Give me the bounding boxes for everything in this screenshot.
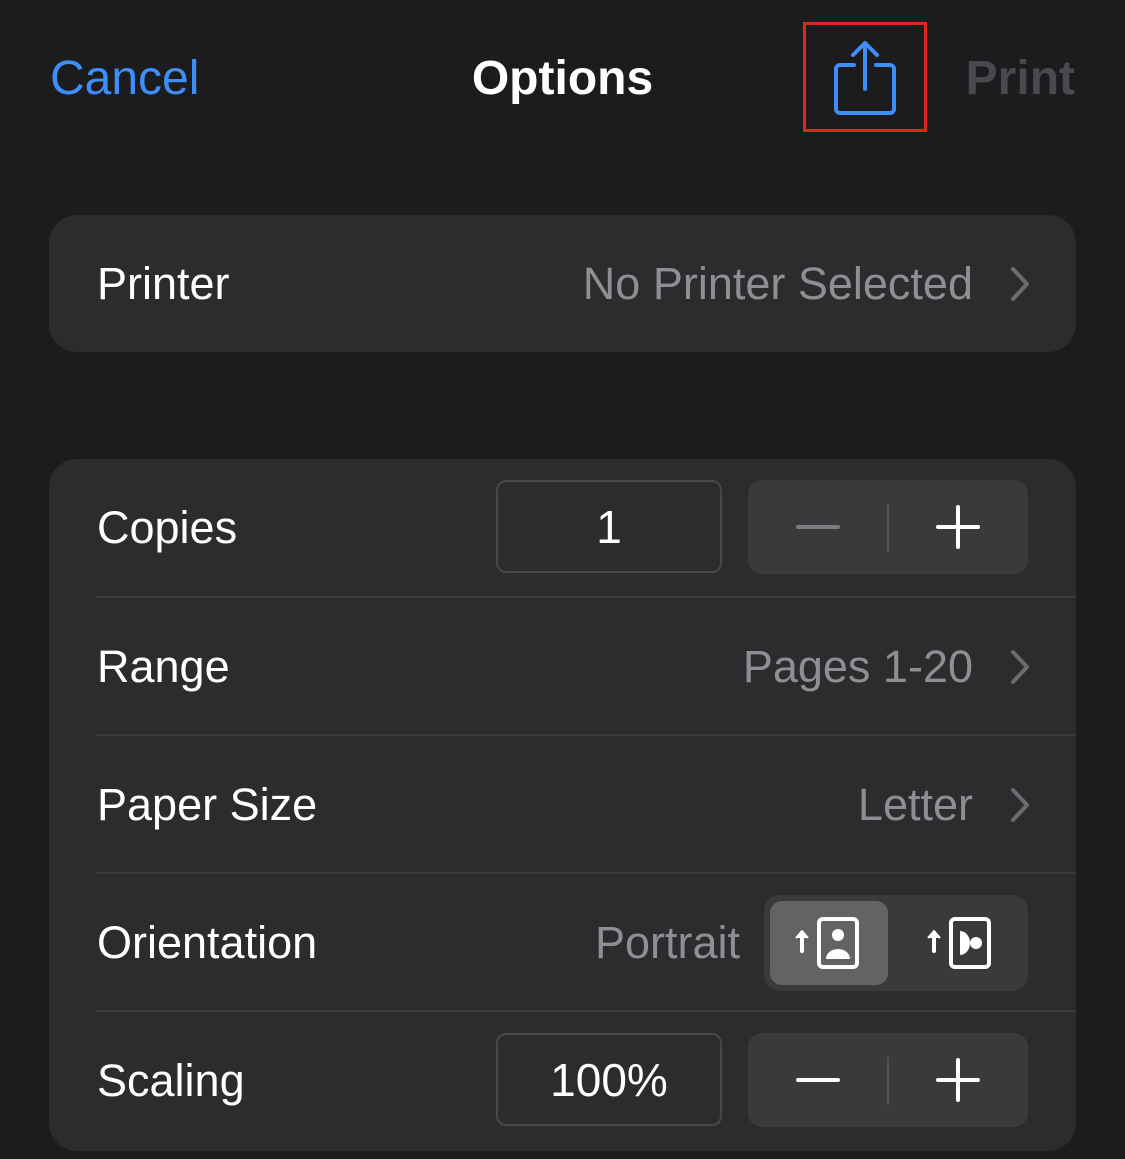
- scaling-decrement-button[interactable]: [748, 1033, 888, 1127]
- plus-icon: [936, 505, 980, 549]
- share-button[interactable]: [803, 22, 927, 132]
- landscape-icon: [927, 917, 991, 969]
- range-value: Pages 1-20: [742, 641, 973, 692]
- share-icon: [834, 41, 896, 115]
- portrait-option[interactable]: [770, 901, 888, 985]
- copies-row: Copies 1: [49, 459, 1076, 597]
- scaling-row: Scaling 100%: [49, 1012, 1076, 1150]
- chevron-right-icon: [1010, 736, 1030, 874]
- copies-label: Copies: [97, 502, 238, 553]
- landscape-option[interactable]: [902, 901, 1020, 985]
- minus-icon: [796, 1078, 840, 1082]
- scaling-increment-button[interactable]: [888, 1033, 1028, 1127]
- range-row[interactable]: Range Pages 1-20: [49, 598, 1076, 736]
- print-settings-group: Copies 1 Range Pages 1-20 Paper Size Let…: [49, 459, 1076, 1151]
- chevron-right-icon: [1010, 598, 1030, 736]
- orientation-value: Portrait: [594, 917, 740, 968]
- chevron-right-icon: [1010, 215, 1030, 352]
- printer-row[interactable]: Printer No Printer Selected: [49, 215, 1076, 352]
- print-button[interactable]: Print: [966, 50, 1075, 108]
- minus-icon: [796, 525, 840, 529]
- portrait-icon: [795, 917, 859, 969]
- orientation-label: Orientation: [97, 917, 318, 968]
- paper-size-label: Paper Size: [97, 779, 318, 830]
- cancel-button[interactable]: Cancel: [50, 50, 199, 108]
- scaling-field[interactable]: 100%: [496, 1033, 722, 1126]
- copies-increment-button[interactable]: [888, 480, 1028, 574]
- range-label: Range: [97, 641, 230, 692]
- print-options-sheet: Cancel Options Print Printer No Printer …: [0, 0, 1125, 1159]
- paper-size-value: Letter: [857, 779, 973, 830]
- scaling-stepper: [748, 1033, 1028, 1127]
- copies-field[interactable]: 1: [496, 480, 722, 573]
- paper-size-row[interactable]: Paper Size Letter: [49, 736, 1076, 874]
- printer-group: Printer No Printer Selected: [49, 215, 1076, 352]
- plus-icon: [936, 1058, 980, 1102]
- printer-value: No Printer Selected: [582, 257, 973, 309]
- printer-label: Printer: [97, 257, 230, 309]
- copies-decrement-button[interactable]: [748, 480, 888, 574]
- copies-stepper: [748, 480, 1028, 574]
- orientation-segmented-control: [764, 895, 1028, 991]
- scaling-label: Scaling: [97, 1055, 245, 1106]
